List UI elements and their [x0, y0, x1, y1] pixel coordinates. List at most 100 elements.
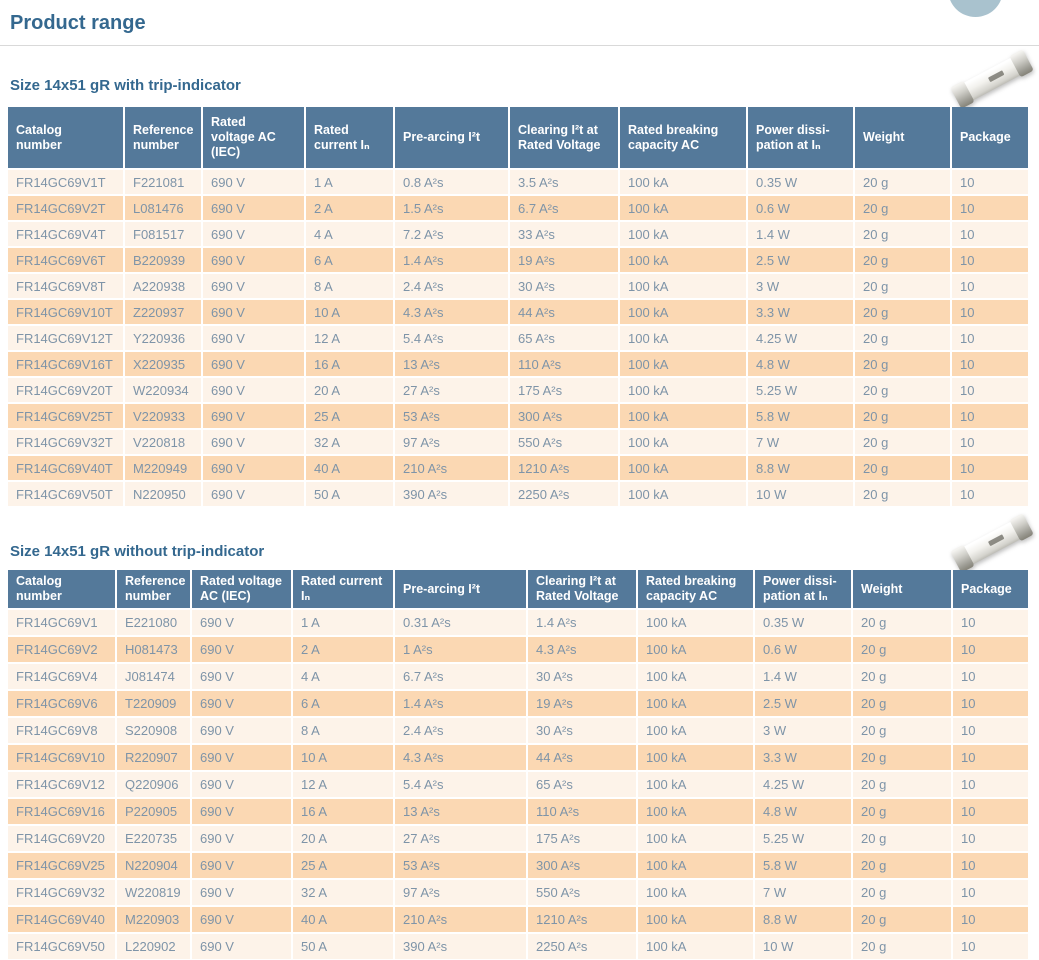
table-cell: 4.8 W: [755, 799, 853, 826]
table-cell: 690 V: [192, 772, 293, 799]
table-cell: 32 A: [306, 430, 395, 456]
table-cell: 16 A: [293, 799, 395, 826]
table-cell: 20 g: [855, 170, 952, 196]
column-header: Clearing I²t at Rated Voltage: [528, 570, 638, 610]
table-cell: 20 g: [853, 826, 953, 853]
table-cell: 0.35 W: [748, 170, 855, 196]
table-cell: FR14GC69V16T: [8, 352, 125, 378]
table-cell: 16 A: [306, 352, 395, 378]
table-cell: 2 A: [293, 637, 395, 664]
table-cell: 20 g: [853, 772, 953, 799]
table-cell: FR14GC69V20: [8, 826, 117, 853]
fuse-photo-body: [950, 513, 1034, 573]
table-cell: FR14GC69V32: [8, 880, 117, 907]
table-cell: 2.4 A²s: [395, 274, 510, 300]
table-cell: 40 A: [293, 907, 395, 934]
table-cell: 1210 A²s: [510, 456, 620, 482]
table-cell: 550 A²s: [528, 880, 638, 907]
table-cell: 20 g: [855, 352, 952, 378]
table-cell: 2250 A²s: [510, 482, 620, 508]
fuse-product-photo: [951, 52, 1033, 106]
table-cell: 100 kA: [638, 853, 755, 880]
table-cell: 4.8 W: [748, 352, 855, 378]
table-cell: 690 V: [203, 222, 306, 248]
table-cell: 100 kA: [638, 934, 755, 960]
column-header: Rated breaking capacity AC: [638, 570, 755, 610]
table-cell: 30 A²s: [528, 718, 638, 745]
table-cell: 10: [952, 248, 1030, 274]
table-row: FR14GC69V50TN220950690 V50 A390 A²s2250 …: [8, 482, 1030, 508]
table-cell: 690 V: [192, 826, 293, 853]
table-cell: 550 A²s: [510, 430, 620, 456]
table-cell: 1.4 A²s: [395, 248, 510, 274]
table-cell: Q220906: [117, 772, 192, 799]
table-cell: 690 V: [203, 248, 306, 274]
table-cell: 100 kA: [620, 430, 748, 456]
table-cell: 6.7 A²s: [510, 196, 620, 222]
table-cell: 10: [953, 637, 1030, 664]
table-cell: 10: [953, 610, 1030, 637]
table-cell: 10: [952, 352, 1030, 378]
corner-circle-decoration: [948, 0, 1003, 17]
table-cell: 10: [952, 430, 1030, 456]
column-header: Reference number: [125, 107, 203, 170]
table-cell: V220818: [125, 430, 203, 456]
table-cell: 3.3 W: [748, 300, 855, 326]
product-table-with-trip-indicator: Catalog numberReference numberRated volt…: [8, 107, 1030, 508]
table-cell: 690 V: [203, 430, 306, 456]
table-row: FR14GC69V1TF221081690 V1 A0.8 A²s3.5 A²s…: [8, 170, 1030, 196]
table-cell: 100 kA: [620, 300, 748, 326]
table-cell: 4 A: [293, 664, 395, 691]
table-cell: Y220936: [125, 326, 203, 352]
table-cell: 10: [953, 664, 1030, 691]
table-cell: 4.25 W: [748, 326, 855, 352]
column-header: Pre-arcing I²t: [395, 107, 510, 170]
table-cell: 27 A²s: [395, 826, 528, 853]
table-cell: 2250 A²s: [528, 934, 638, 960]
table-cell: 0.6 W: [755, 637, 853, 664]
table-cell: 4.25 W: [755, 772, 853, 799]
table-cell: 2.5 W: [748, 248, 855, 274]
table-cell: 1.4 W: [755, 664, 853, 691]
table-row: FR14GC69V8TA220938690 V8 A2.4 A²s30 A²s1…: [8, 274, 1030, 300]
table-cell: 3.3 W: [755, 745, 853, 772]
table-cell: 20 g: [853, 745, 953, 772]
table-cell: FR14GC69V2: [8, 637, 117, 664]
table-cell: 100 kA: [638, 799, 755, 826]
table-cell: N220950: [125, 482, 203, 508]
table-cell: 100 kA: [620, 404, 748, 430]
table-cell: 20 g: [855, 196, 952, 222]
table-cell: 1 A: [293, 610, 395, 637]
table-cell: 690 V: [203, 300, 306, 326]
table-cell: 4.3 A²s: [395, 745, 528, 772]
table-cell: 44 A²s: [510, 300, 620, 326]
table-cell: 53 A²s: [395, 853, 528, 880]
table-cell: 1 A: [306, 170, 395, 196]
table-cell: 210 A²s: [395, 907, 528, 934]
table-cell: 7.2 A²s: [395, 222, 510, 248]
table-cell: 10: [953, 934, 1030, 960]
table-cell: 10: [953, 907, 1030, 934]
table-cell: 10: [953, 745, 1030, 772]
table-cell: W220819: [117, 880, 192, 907]
table-cell: 50 A: [306, 482, 395, 508]
table-cell: 10: [952, 482, 1030, 508]
column-header: Package: [953, 570, 1030, 610]
table-cell: 100 kA: [638, 880, 755, 907]
table-cell: FR14GC69V1T: [8, 170, 125, 196]
fuse-product-photo: [951, 516, 1033, 570]
table-cell: 690 V: [192, 610, 293, 637]
table-cell: 690 V: [203, 456, 306, 482]
column-header: Power dissi- pation at Iₙ: [755, 570, 853, 610]
table-cell: 53 A²s: [395, 404, 510, 430]
table-cell: 690 V: [192, 718, 293, 745]
table-cell: 175 A²s: [510, 378, 620, 404]
column-header: Catalog number: [8, 570, 117, 610]
table-cell: 30 A²s: [510, 274, 620, 300]
table-cell: 20 g: [855, 222, 952, 248]
title-divider: [0, 45, 1039, 46]
table-cell: R220907: [117, 745, 192, 772]
column-header: Power dissi- pation at Iₙ: [748, 107, 855, 170]
table-cell: 12 A: [306, 326, 395, 352]
table-cell: FR14GC69V10: [8, 745, 117, 772]
